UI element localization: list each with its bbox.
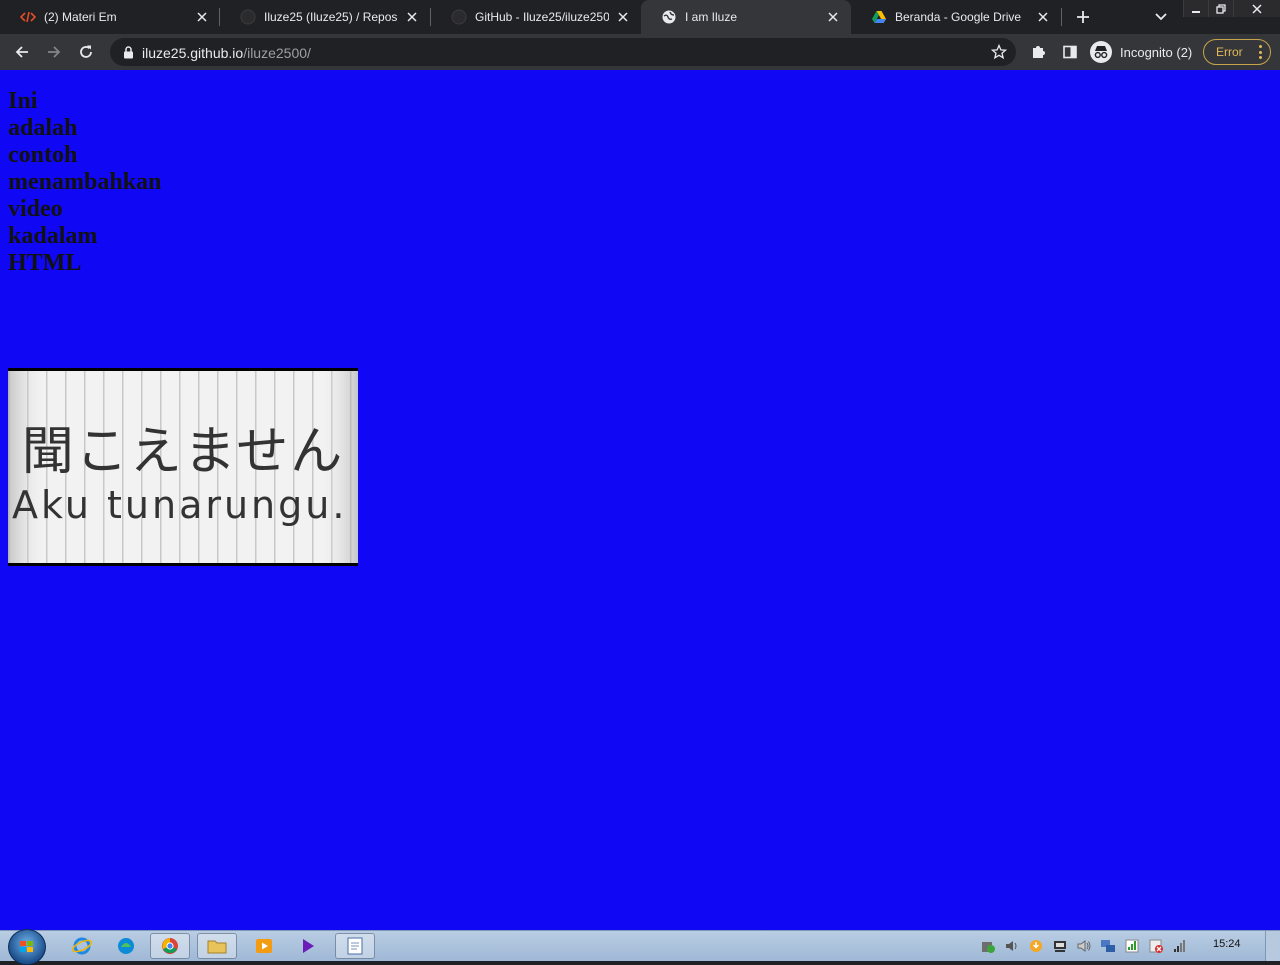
error-label: Error xyxy=(1216,45,1243,59)
page-heading: Ini adalah contoh menambahkan video kadalam HT… xyxy=(8,88,168,277)
close-window-button[interactable] xyxy=(1233,0,1280,17)
plus-icon xyxy=(1077,11,1089,23)
more-vert-icon xyxy=(1258,45,1262,59)
taskbar-notepad[interactable] xyxy=(335,933,375,959)
minimize-button[interactable] xyxy=(1183,0,1208,17)
update-icon[interactable] xyxy=(1028,938,1044,954)
heading-word: adalah xyxy=(8,115,78,141)
reload-button[interactable] xyxy=(74,40,98,64)
close-icon[interactable] xyxy=(1035,9,1051,25)
media-player-icon xyxy=(256,939,272,953)
taskbar-media-player[interactable] xyxy=(244,933,284,959)
taskbar-file-explorer[interactable] xyxy=(197,933,237,959)
arrow-left-icon xyxy=(15,46,28,58)
video-player[interactable]: 聞こえません Aku tunarungu. xyxy=(8,368,358,566)
github-icon xyxy=(451,9,467,25)
error-menu-button[interactable]: Error xyxy=(1203,39,1271,65)
extensions-button[interactable] xyxy=(1026,40,1050,64)
close-icon[interactable] xyxy=(194,9,210,25)
video-caption-subtitle: Aku tunarungu. xyxy=(12,483,348,527)
new-tab-button[interactable] xyxy=(1072,6,1094,28)
wifi-bars-icon[interactable] xyxy=(1172,938,1188,954)
chrome-icon xyxy=(162,938,178,954)
restore-button[interactable] xyxy=(1208,0,1233,17)
heading-word: HTML xyxy=(8,250,82,276)
windows-logo-icon xyxy=(20,941,33,952)
url-host: iluze25.github.io xyxy=(142,45,244,61)
browser-toolbar: iluze25.github.io/iluze2500/ Incognito (… xyxy=(0,34,1280,70)
taskbar-edge[interactable] xyxy=(106,933,146,959)
tab-github-iluze2500[interactable]: GitHub - Iluze25/iluze2500: xyxy=(431,0,641,34)
incognito-label: Incognito (2) xyxy=(1120,44,1193,60)
back-button[interactable] xyxy=(10,40,34,64)
network-icon[interactable] xyxy=(1100,938,1116,954)
notepad-icon xyxy=(347,937,363,955)
tab-title: GitHub - Iluze25/iluze2500: xyxy=(475,10,609,24)
media-play-icon xyxy=(303,939,314,953)
google-drive-icon xyxy=(871,9,887,25)
forward-button[interactable] xyxy=(42,40,66,64)
side-panel-icon xyxy=(1063,45,1077,59)
side-panel-button[interactable] xyxy=(1058,40,1082,64)
url-text: iluze25.github.io/iluze2500/ xyxy=(142,45,311,61)
tab-strip: (2) Materi Em Iluze25 (Iluze25) / Reposi… xyxy=(0,0,1280,34)
taskbar-clock[interactable]: 15:24 xyxy=(1213,938,1241,950)
close-icon xyxy=(1252,3,1262,14)
taskbar-chrome[interactable] xyxy=(150,933,190,959)
minimize-icon xyxy=(1192,10,1200,13)
internet-explorer-icon xyxy=(72,937,92,955)
signal-icon[interactable] xyxy=(1124,938,1140,954)
heading-word: video xyxy=(8,196,63,222)
windows-taskbar: 15:24 xyxy=(0,929,1280,965)
incognito-profile-button[interactable]: Incognito (2) xyxy=(1090,39,1192,65)
address-bar[interactable]: iluze25.github.io/iluze2500/ xyxy=(110,38,1016,66)
window-controls xyxy=(1183,0,1280,17)
tab-title: Beranda - Google Drive xyxy=(895,10,1022,24)
puzzle-icon xyxy=(1033,46,1045,58)
code-icon xyxy=(20,9,36,25)
github-icon xyxy=(240,9,256,25)
video-frame: 聞こえません Aku tunarungu. xyxy=(8,371,358,563)
bookmark-star-icon[interactable] xyxy=(990,43,1008,61)
tab-search-button[interactable] xyxy=(1150,6,1172,28)
edge-icon xyxy=(118,938,134,954)
chevron-down-icon xyxy=(1155,13,1167,21)
tab-title: Iluze25 (Iluze25) / Repositor xyxy=(264,10,398,24)
security-icon[interactable] xyxy=(980,938,996,954)
file-explorer-icon xyxy=(207,940,227,954)
arrow-right-icon xyxy=(48,46,61,58)
url-path: /iluze2500/ xyxy=(243,45,311,61)
tab-github-repositories[interactable]: Iluze25 (Iluze25) / Repositor xyxy=(220,0,430,34)
network-devices-icon[interactable] xyxy=(1052,938,1068,954)
tab-title: (2) Materi Em xyxy=(44,10,117,24)
tab-materi[interactable]: (2) Materi Em xyxy=(0,0,220,34)
system-tray xyxy=(980,938,1196,954)
close-icon[interactable] xyxy=(825,9,841,25)
tab-i-am-iluze[interactable]: I am Iluze xyxy=(641,0,851,34)
restore-icon xyxy=(1216,3,1226,14)
speaker-icon[interactable] xyxy=(1076,938,1092,954)
tab-separator xyxy=(1061,8,1062,26)
taskbar-internet-explorer[interactable] xyxy=(62,933,102,959)
tab-title: I am Iluze xyxy=(685,10,738,24)
globe-icon xyxy=(661,9,677,25)
close-icon[interactable] xyxy=(615,9,631,25)
heading-word: contoh xyxy=(8,142,78,168)
tab-google-drive[interactable]: Beranda - Google Drive xyxy=(851,0,1061,34)
heading-word: kadalam xyxy=(8,223,98,249)
heading-word: Ini xyxy=(8,88,38,114)
show-desktop-button[interactable] xyxy=(1265,931,1280,961)
video-caption-japanese: 聞こえません xyxy=(21,422,345,482)
volume-icon[interactable] xyxy=(1004,938,1020,954)
heading-word: menambahkan xyxy=(8,169,162,195)
reload-icon xyxy=(80,45,92,58)
lock-icon[interactable] xyxy=(120,44,136,60)
page-viewport: Ini adalah contoh menambahkan video kadalam HT… xyxy=(0,70,1280,930)
connection-error-icon[interactable] xyxy=(1148,938,1164,954)
taskbar-media-play[interactable] xyxy=(288,933,328,959)
close-icon[interactable] xyxy=(404,9,420,25)
incognito-icon xyxy=(1090,41,1112,63)
